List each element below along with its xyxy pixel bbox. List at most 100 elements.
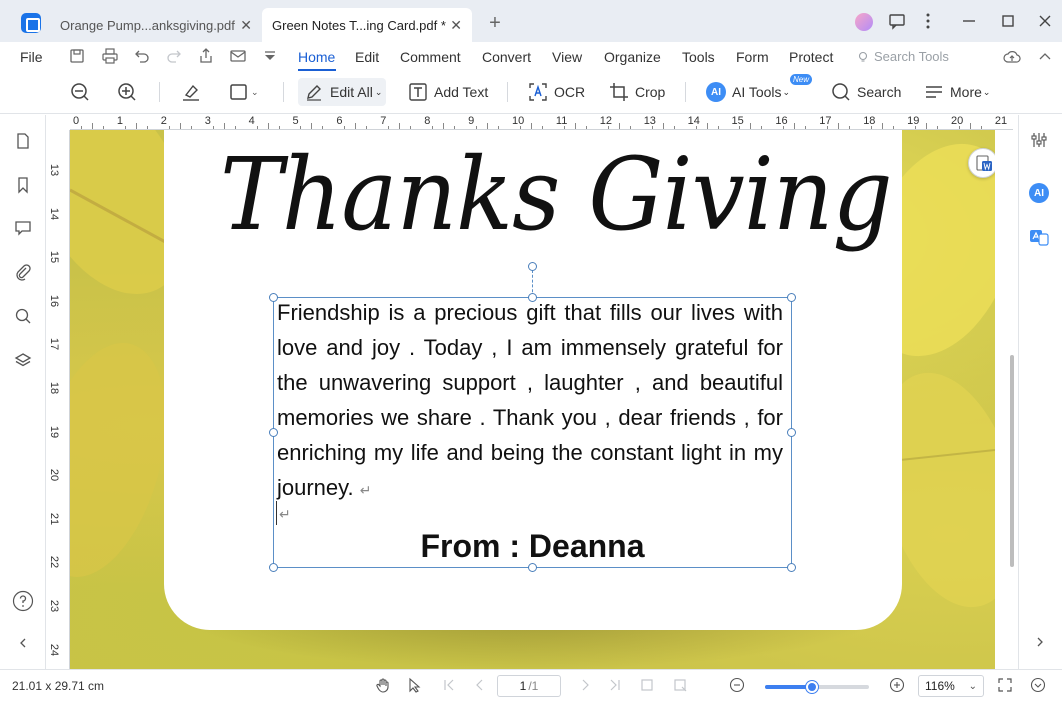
ruler-tick — [300, 126, 302, 129]
bookmark-icon[interactable] — [14, 176, 32, 194]
close-window-button[interactable] — [1034, 10, 1056, 32]
card-title[interactable]: Thanks Giving — [220, 130, 893, 260]
resize-handle[interactable] — [787, 428, 796, 437]
zoom-slider[interactable] — [765, 681, 869, 693]
ruler-tick — [267, 123, 269, 129]
menu-form[interactable]: Form — [736, 49, 769, 65]
search-icon[interactable] — [14, 307, 32, 325]
search-tools-field[interactable]: Search Tools — [856, 49, 949, 64]
ruler-tick — [958, 126, 960, 129]
resize-handle[interactable] — [787, 293, 796, 302]
document-tab-active[interactable]: Green Notes T...ing Card.pdf * ✕ — [262, 8, 472, 42]
tab-label: Green Notes T...ing Card.pdf * — [272, 17, 446, 33]
close-icon[interactable]: ✕ — [450, 17, 462, 34]
menu-protect[interactable]: Protect — [789, 49, 833, 65]
ruler-tick — [695, 126, 697, 129]
fit-page-icon[interactable] — [639, 677, 655, 693]
signature-line[interactable]: From : Deanna — [273, 528, 792, 565]
ruler-tick-label: 9 — [468, 115, 475, 127]
zoom-in-button[interactable] — [117, 78, 137, 106]
layers-icon[interactable] — [14, 351, 32, 369]
shape-button[interactable]: ⌄ — [229, 78, 259, 106]
search-button[interactable]: Search — [831, 78, 901, 106]
attachment-icon[interactable] — [14, 263, 32, 281]
minimize-button[interactable] — [958, 10, 980, 32]
ruler-tick-label: 15 — [731, 115, 744, 127]
menu-organize[interactable]: Organize — [604, 49, 661, 65]
ai-tools-button[interactable]: AI AI Tools ⌄ — [706, 78, 790, 106]
ruler-tick-label: 20 — [48, 469, 61, 482]
maximize-button[interactable] — [997, 10, 1019, 32]
hand-tool-icon[interactable] — [375, 677, 391, 693]
cloud-upload-icon[interactable] — [1003, 48, 1021, 66]
close-icon[interactable]: ✕ — [240, 17, 252, 34]
ruler-tick — [432, 126, 434, 129]
properties-icon[interactable] — [1030, 131, 1048, 149]
share-icon[interactable] — [197, 47, 215, 65]
menu-edit[interactable]: Edit — [355, 49, 379, 65]
app-logo-icon — [21, 13, 41, 33]
paragraph-mark: ↵ — [359, 482, 372, 498]
menu-file[interactable]: File — [20, 49, 43, 65]
more-vertical-icon[interactable] — [917, 10, 939, 32]
first-page-icon[interactable] — [441, 677, 457, 693]
edit-all-button[interactable]: Edit All ⌄ — [298, 78, 386, 106]
ruler-tick — [607, 126, 609, 129]
menu-comment[interactable]: Comment — [400, 49, 461, 65]
zoom-level-select[interactable]: 116% ⌄ — [918, 675, 984, 697]
next-page-icon[interactable] — [577, 677, 593, 693]
collapse-left-icon[interactable] — [14, 634, 32, 652]
page-thumbnail-icon[interactable] — [14, 132, 32, 150]
left-sidebar — [0, 115, 46, 669]
collapse-right-icon[interactable] — [1032, 634, 1048, 650]
convert-to-word-button[interactable] — [968, 148, 995, 178]
print-icon[interactable] — [101, 47, 119, 65]
rotate-handle[interactable] — [528, 262, 537, 271]
ruler-tick-label: 14 — [48, 207, 61, 220]
zoom-in-icon[interactable] — [889, 677, 905, 693]
fullscreen-icon[interactable] — [997, 677, 1013, 693]
vertical-scrollbar[interactable] — [1010, 355, 1014, 567]
add-text-button[interactable]: Add Text — [408, 78, 488, 106]
comment-icon[interactable] — [14, 219, 32, 237]
collapse-ribbon-icon[interactable] — [1036, 48, 1054, 66]
previous-page-icon[interactable] — [472, 677, 488, 693]
highlight-button[interactable] — [181, 78, 201, 106]
more-button[interactable]: More ⌄ — [924, 78, 990, 106]
select-tool-icon[interactable] — [407, 677, 423, 693]
avatar[interactable] — [855, 13, 873, 31]
quick-access-dropdown-icon[interactable] — [261, 47, 279, 65]
mail-icon[interactable] — [229, 47, 247, 65]
menu-home[interactable]: Home — [298, 49, 335, 65]
zoom-slider-handle[interactable] — [805, 681, 818, 693]
document-tab[interactable]: Orange Pump...anksgiving.pdf ✕ — [50, 8, 262, 42]
menu-tools[interactable]: Tools — [682, 49, 715, 65]
translate-icon[interactable] — [1029, 227, 1049, 247]
menu-convert[interactable]: Convert — [482, 49, 531, 65]
document-canvas[interactable]: Thanks Giving Friendship is a precious g… — [70, 130, 995, 669]
card-body-text[interactable]: Friendship is a precious gift that fills… — [277, 295, 783, 508]
view-options-icon[interactable] — [1030, 677, 1046, 693]
ruler-tick-label: 14 — [687, 115, 700, 127]
feedback-icon[interactable] — [886, 10, 908, 32]
fit-width-icon[interactable] — [672, 677, 688, 693]
ruler-tick-label: 16 — [775, 115, 788, 127]
ocr-button[interactable]: OCR — [528, 78, 585, 106]
ruler-tick-label: 19 — [907, 115, 920, 127]
save-icon[interactable] — [68, 47, 86, 65]
new-tab-button[interactable]: + — [484, 12, 506, 35]
help-icon[interactable] — [12, 590, 34, 612]
menu-view[interactable]: View — [552, 49, 582, 65]
page-size-label: 21.01 x 29.71 cm — [12, 679, 105, 693]
ruler-tick — [739, 126, 741, 129]
zoom-out-button[interactable] — [70, 78, 90, 106]
ruler-tick — [750, 123, 752, 129]
undo-icon[interactable] — [133, 47, 151, 65]
crop-button[interactable]: Crop — [609, 78, 665, 106]
page-number-input[interactable]: 1 /1 — [497, 675, 561, 697]
last-page-icon[interactable] — [607, 677, 623, 693]
text-box-icon — [408, 82, 428, 102]
redo-icon[interactable] — [165, 47, 183, 65]
ai-assistant-icon[interactable]: AI — [1029, 183, 1049, 203]
zoom-out-icon[interactable] — [729, 677, 745, 693]
